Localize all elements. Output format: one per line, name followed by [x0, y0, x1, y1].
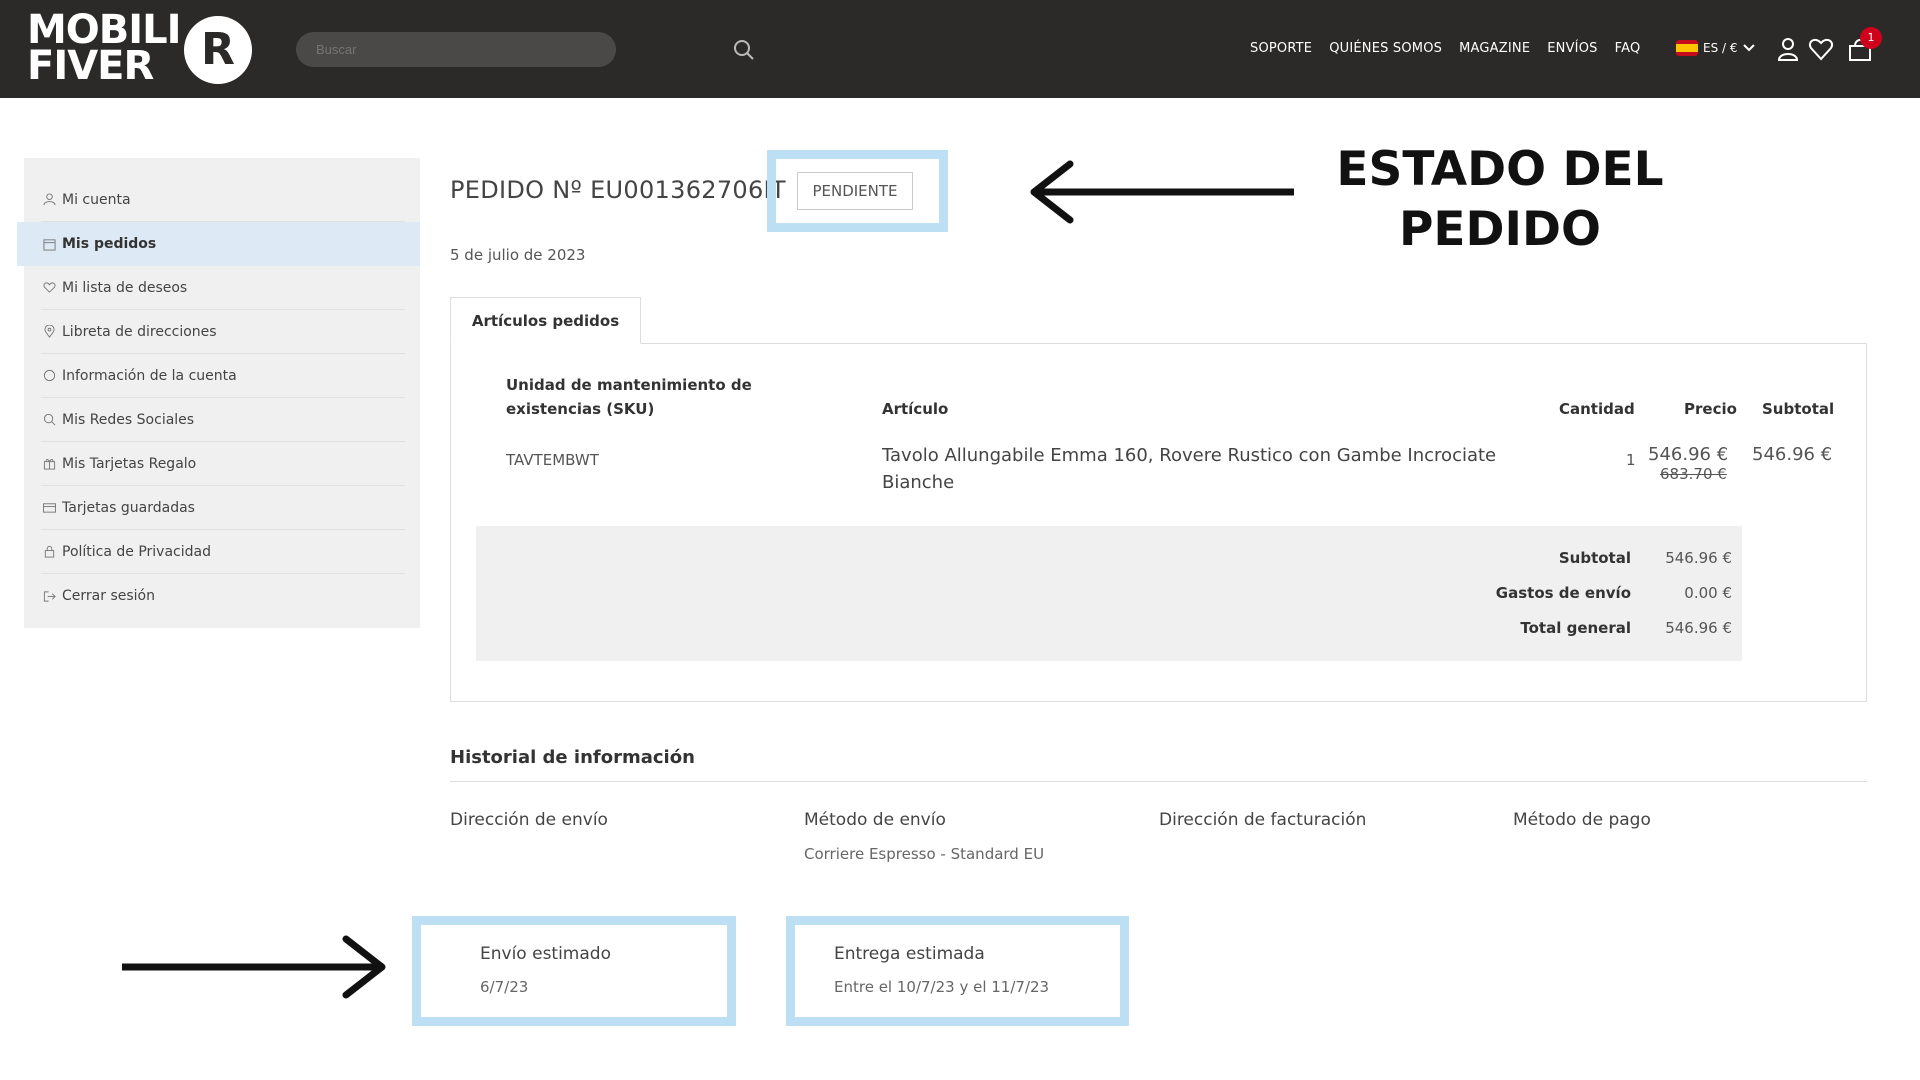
logout-icon [41, 588, 57, 604]
column-header-sku: Unidad de mantenimiento de existencias (… [506, 376, 752, 418]
order-title: PEDIDO Nº EU001362706IT [450, 176, 786, 204]
shipping-method-label: Método de envío [804, 810, 946, 830]
shipping-method-value: Corriere Espresso - Standard EU [804, 845, 1045, 863]
search-input[interactable] [296, 32, 616, 67]
sidebar-item-tarjetas-regalo[interactable]: Mis Tarjetas Regalo [41, 442, 405, 486]
totals-shipping-value: 0.00 € [1684, 584, 1732, 602]
sidebar-item-libreta-direcciones[interactable]: Libreta de direcciones [41, 310, 405, 354]
calendar-icon [41, 236, 57, 252]
totals-subtotal-value: 546.96 € [1665, 549, 1732, 567]
billing-address-label: Dirección de facturación [1159, 810, 1367, 830]
column-header-price: Precio [1684, 400, 1737, 418]
totals-grand-total-label: Total general [1520, 619, 1631, 637]
sidebar-item-label: Cerrar sesión [62, 588, 155, 604]
sidebar-item-label: Información de la cuenta [62, 367, 237, 384]
language-label: ES / € [1703, 41, 1738, 55]
sidebar-item-label: Mis Redes Sociales [62, 411, 195, 428]
shipping-address-label: Dirección de envío [450, 810, 608, 830]
sidebar-item-mi-cuenta[interactable]: Mi cuenta [41, 178, 405, 222]
nav-faq[interactable]: FAQ [1615, 41, 1641, 56]
item-old-price: 683.70 € [1660, 465, 1727, 483]
order-totals: Subtotal 546.96 € Gastos de envío 0.00 €… [476, 526, 1742, 661]
arrow-right-icon [122, 935, 386, 999]
sidebar-item-cerrar-sesion[interactable]: Cerrar sesión [41, 574, 405, 618]
nav-quienes-somos[interactable]: QUIÉNES SOMOS [1329, 41, 1442, 56]
sidebar-item-label: Mi cuenta [62, 191, 131, 208]
nav-soporte[interactable]: SOPORTE [1250, 41, 1312, 56]
heart-icon[interactable] [1808, 36, 1834, 62]
sidebar-item-mis-pedidos[interactable]: Mis pedidos [17, 222, 420, 266]
user-icon [41, 192, 57, 208]
map-pin-icon [41, 324, 57, 340]
estimated-delivery-value: Entre el 10/7/23 y el 11/7/23 [834, 978, 1050, 996]
totals-shipping-label: Gastos de envío [1495, 584, 1631, 602]
sidebar-item-label: Tarjetas guardadas [62, 499, 195, 516]
sidebar-item-label: Política de Privacidad [62, 543, 211, 560]
logo-line-2: FIVER [27, 43, 154, 89]
tab-articulos-pedidos[interactable]: Artículos pedidos [450, 297, 641, 344]
arrow-left-icon [1030, 160, 1294, 224]
estimated-shipping-label: Envío estimado [480, 944, 611, 964]
column-header-article: Artículo [882, 400, 949, 418]
site-logo[interactable]: MOBILI FIVER R [27, 10, 255, 89]
main-nav: SOPORTE QUIÉNES SOMOS MAGAZINE ENVÍOS FA… [1250, 41, 1640, 56]
sidebar-item-label: Mis pedidos [62, 236, 157, 252]
column-header-subtotal: Subtotal [1762, 400, 1835, 418]
item-name: Tavolo Allungabile Emma 160, Rovere Rust… [882, 445, 1497, 493]
logo-wordmark: MOBILI FIVER [27, 10, 182, 89]
cart-count-badge: 1 [1860, 27, 1882, 49]
sidebar-item-label: Mis Tarjetas Regalo [62, 455, 197, 472]
payment-method-label: Método de pago [1513, 810, 1651, 830]
item-quantity: 1 [1626, 451, 1636, 469]
account-sidebar: Mi cuenta Mis pedidos Mi lista de deseos… [17, 158, 420, 628]
heart-icon [41, 280, 57, 296]
sidebar-item-label: Mi lista de deseos [62, 279, 188, 296]
estimated-shipping-value: 6/7/23 [480, 978, 529, 996]
column-header-quantity: Cantidad [1559, 400, 1635, 418]
order-date: 5 de julio de 2023 [450, 246, 586, 264]
order-status-badge: PENDIENTE [797, 172, 913, 210]
user-icon[interactable] [1775, 36, 1801, 62]
chevron-down-icon [1742, 44, 1755, 52]
estimated-delivery-box [786, 916, 1129, 1026]
totals-subtotal-label: Subtotal [1558, 549, 1631, 567]
divider [450, 781, 1867, 782]
item-subtotal: 546.96 € [1752, 444, 1833, 465]
circle-icon [41, 368, 57, 384]
sidebar-item-politica-privacidad[interactable]: Política de Privacidad [41, 530, 405, 574]
sidebar-item-tarjetas-guardadas[interactable]: Tarjetas guardadas [41, 486, 405, 530]
annotation-label: ESTADO DEL PEDIDO [1318, 140, 1682, 260]
item-price: 546.96 € [1648, 444, 1729, 465]
search-icon[interactable] [732, 38, 756, 62]
estimated-delivery-label: Entrega estimada [834, 944, 985, 964]
estimated-shipping-box [412, 916, 736, 1026]
sidebar-item-informacion-cuenta[interactable]: Información de la cuenta [41, 354, 405, 398]
totals-grand-total-value: 546.96 € [1665, 619, 1732, 637]
lock-icon [41, 544, 57, 560]
sidebar-item-redes-sociales[interactable]: Mis Redes Sociales [41, 398, 405, 442]
spain-flag-icon [1676, 40, 1698, 56]
logo-mark: R [184, 16, 252, 84]
nav-magazine[interactable]: MAGAZINE [1459, 41, 1530, 56]
search-icon [41, 412, 57, 428]
nav-envios[interactable]: ENVÍOS [1547, 41, 1597, 56]
sidebar-item-label: Libreta de direcciones [62, 323, 217, 340]
annotation-line-2: PEDIDO [1398, 202, 1602, 257]
gift-icon [41, 456, 57, 472]
card-icon [41, 500, 57, 516]
site-header: MOBILI FIVER R SOPORTE QUIÉNES SOMOS MAG… [0, 0, 1920, 98]
item-sku: TAVTEMBWT [506, 451, 599, 469]
language-selector[interactable]: ES / € [1676, 40, 1755, 56]
sidebar-item-lista-deseos[interactable]: Mi lista de deseos [41, 266, 405, 310]
history-title: Historial de información [450, 747, 695, 768]
annotation-line-1: ESTADO DEL [1336, 142, 1664, 197]
